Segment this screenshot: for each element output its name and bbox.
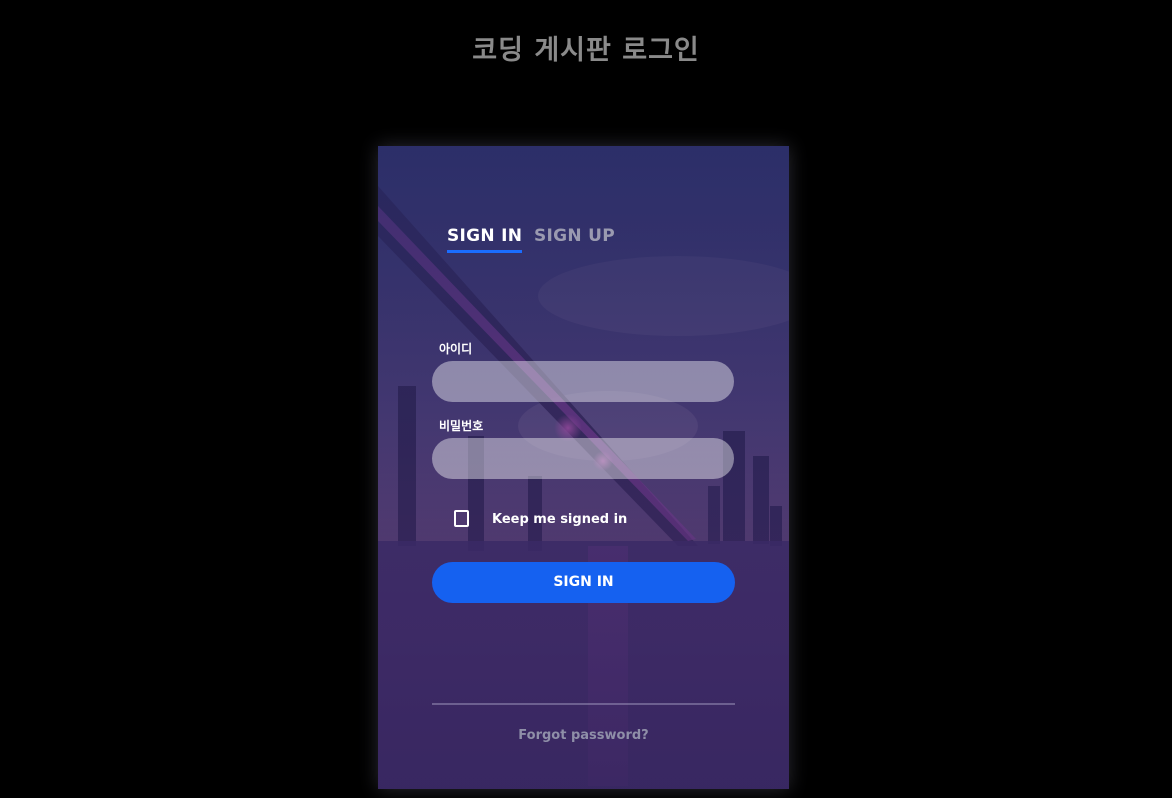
login-form: SIGN IN SIGN UP 아이디 비밀번호 Keep me signed … — [378, 146, 789, 789]
keep-signed-in-label[interactable]: Keep me signed in — [492, 512, 627, 527]
password-label: 비밀번호 — [439, 419, 484, 433]
page-title: 코딩 게시판 로그인 — [472, 35, 700, 66]
id-label: 아이디 — [439, 342, 473, 356]
forgot-password-link[interactable]: Forgot password? — [378, 728, 789, 743]
password-input[interactable] — [432, 438, 734, 479]
tab-sign-in[interactable]: SIGN IN — [447, 226, 523, 253]
divider — [432, 703, 735, 705]
keep-signed-in-checkbox[interactable] — [454, 510, 469, 527]
id-input[interactable] — [432, 361, 734, 402]
login-card: SIGN IN SIGN UP 아이디 비밀번호 Keep me signed … — [378, 146, 789, 789]
tab-sign-up[interactable]: SIGN UP — [534, 226, 615, 246]
sign-in-button[interactable]: SIGN IN — [432, 562, 735, 603]
